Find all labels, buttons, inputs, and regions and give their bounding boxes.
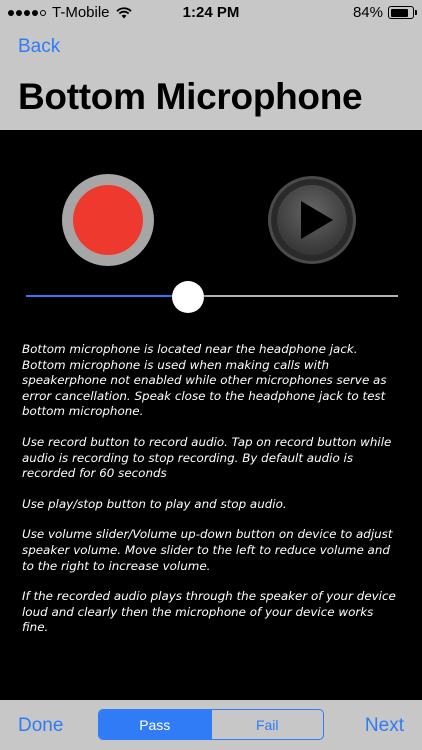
next-button[interactable]: Next <box>365 715 404 737</box>
pass-segment[interactable]: Pass <box>99 710 211 739</box>
battery-group: 84% <box>352 4 417 21</box>
back-button[interactable]: Back <box>18 36 60 58</box>
volume-slider[interactable] <box>26 281 398 313</box>
top-bar: T-Mobile 1:24 PM 84% Back Bottom Microph… <box>0 0 422 130</box>
instruction-paragraph: Use record button to record audio. Tap o… <box>22 434 392 481</box>
volume-slider-thumb[interactable] <box>172 281 204 313</box>
pass-fail-segmented-control[interactable]: Pass Fail <box>98 709 324 740</box>
fail-segment[interactable]: Fail <box>210 710 324 739</box>
record-button[interactable] <box>62 174 154 266</box>
volume-track-filled <box>26 295 188 297</box>
bottom-toolbar: Done Pass Fail Next <box>0 700 422 750</box>
play-button[interactable] <box>268 176 356 264</box>
page-title: Bottom Microphone <box>18 76 363 117</box>
instructions-text: Bottom microphone is located near the he… <box>22 342 402 651</box>
instruction-paragraph: Bottom microphone is located near the he… <box>22 342 387 419</box>
battery-percent: 84% <box>352 4 383 21</box>
play-triangle-icon <box>301 201 333 239</box>
instruction-paragraph: If the recorded audio plays through the … <box>22 589 396 635</box>
instruction-paragraph: Use play/stop button to play and stop au… <box>22 496 287 511</box>
battery-icon <box>388 6 417 19</box>
instruction-paragraph: Use volume slider/Volume up-down button … <box>22 527 393 573</box>
done-button[interactable]: Done <box>18 715 63 737</box>
status-bar: T-Mobile 1:24 PM 84% <box>0 0 422 26</box>
volume-track-empty <box>188 295 398 297</box>
